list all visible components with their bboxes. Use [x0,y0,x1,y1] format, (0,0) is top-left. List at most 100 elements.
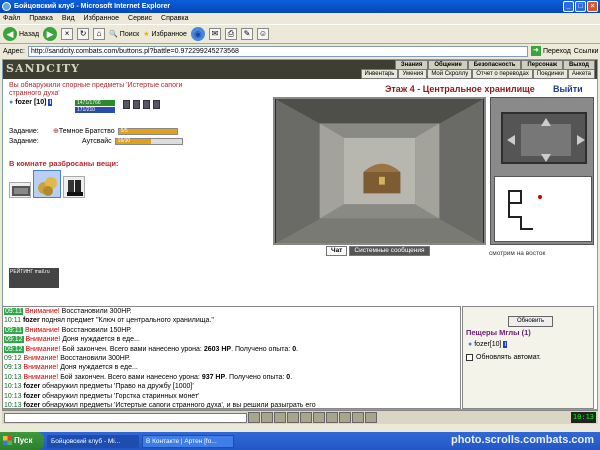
sound-icon[interactable] [326,412,338,423]
nav-skills[interactable]: Умения [398,69,428,79]
location-title[interactable]: Пещеры Мглы (1) [466,328,531,337]
chat-time[interactable]: 10:11 [4,317,21,324]
taskbar-item[interactable]: Бойцовский клуб - Mi... [47,434,139,448]
chat-time[interactable]: 09:11 [4,326,23,334]
maximize-button[interactable]: □ [575,1,586,12]
chat-author[interactable]: fozer [23,402,40,408]
edit-icon[interactable]: ✎ [240,28,253,40]
minimize-button[interactable]: _ [563,1,574,12]
nav-fights[interactable]: Поединки [532,69,568,79]
favorites-button[interactable]: ★ Избранное [143,30,187,39]
stop-icon[interactable]: × [61,28,74,40]
dungeon-view[interactable] [273,97,486,245]
chat-time[interactable]: 09:13 [4,364,22,371]
menu-edit[interactable]: Правка [29,13,53,24]
address-input[interactable]: http://sandcity.combats.com/buttons.pl?b… [27,45,528,57]
effect-icon[interactable] [143,100,150,109]
search-icon: 🔍 [109,31,118,38]
chat-author[interactable]: fozer [23,383,40,390]
party-icon[interactable] [352,412,364,423]
refresh-icon[interactable]: ↻ [77,28,90,40]
character-level: [10] [33,99,47,106]
mana-bar: 171/210 [75,107,115,113]
chat-time[interactable]: 09:12 [4,336,24,344]
chat-text: . [290,373,293,381]
task-name[interactable]: Аутсвайс [82,138,112,145]
chat-time[interactable]: 10:13 [4,402,22,408]
certificate-item-icon[interactable] [9,182,31,198]
effect-icon[interactable] [153,100,160,109]
smiley-icon[interactable] [274,412,286,423]
back-button[interactable]: ◀ Назад [3,27,39,41]
auto-refresh-label: Обновлять автомат. [476,354,541,361]
start-button[interactable]: Пуск [0,432,44,450]
menu-file[interactable]: Файл [3,13,20,24]
chat-text: поднял предмет "Ключ от центрального хра… [39,317,214,325]
menu-tools[interactable]: Сервис [128,13,152,24]
close-button[interactable]: × [587,1,598,12]
chat-time[interactable]: 10:13 [4,374,22,381]
auto-refresh-checkbox[interactable] [466,354,473,361]
mail-icon[interactable]: ✉ [208,28,221,40]
compass [501,112,587,164]
menu-help[interactable]: Справка [161,13,188,24]
online-user[interactable]: ● fozer[10] i [468,341,508,348]
info-icon[interactable]: i [48,99,53,106]
effect-icon[interactable] [123,100,130,109]
chat-input[interactable] [4,412,247,423]
chat-time[interactable]: 09:12 [4,355,22,362]
back-arrow-icon: ◀ [3,27,17,41]
chat-author[interactable]: fozer [23,393,40,400]
minimap[interactable] [494,176,592,242]
chat-time[interactable]: 10:13 [4,383,22,390]
coins-item-icon[interactable] [33,170,61,198]
send-icon[interactable] [248,412,260,423]
forward-button[interactable]: ▶ [43,27,58,41]
messenger-icon[interactable]: ☺ [256,28,269,40]
help-icon[interactable] [365,412,377,423]
treasure-chest[interactable] [363,163,401,194]
rating-counter[interactable]: РЕЙТИНГ mail.ru [9,268,59,288]
home-icon[interactable]: ⌂ [93,28,106,40]
chat-time[interactable]: 09:11 [4,308,23,315]
character-name[interactable]: fozer [15,99,32,106]
exit-link[interactable]: Выйти [553,84,583,94]
filter-icon[interactable] [287,412,299,423]
chat-text: Восстановили 300НР. [58,355,131,363]
nav-scroll[interactable]: Мой Скроллу [427,69,473,79]
chat-time[interactable]: 09:12 [4,345,24,353]
chat-line: 10:13 Внимание! Бой закончен. Всего вами… [3,373,460,382]
tab-chat[interactable]: Чат [326,246,348,256]
nav-transfers[interactable]: Отчет о переводах [472,69,533,79]
print-icon[interactable]: ⎙ [224,28,237,40]
window-title: Бойцовский клуб - Microsoft Internet Exp… [14,3,171,10]
nav-inventory[interactable]: Инвентарь [360,69,399,79]
search-button[interactable]: 🔍 Поиск [109,30,139,39]
boots-item-icon[interactable] [63,176,85,198]
info-icon[interactable]: i [503,341,508,348]
task-name[interactable]: Темное Братство [59,128,115,135]
refresh-button[interactable]: Обновить [508,316,554,327]
effect-icon[interactable] [133,100,140,109]
taskbar-item[interactable]: В Контакте | Артен [fo... [142,434,234,448]
chat-tabs: Чат Системные сообщения [326,246,430,256]
trade-icon[interactable] [313,412,325,423]
media-icon[interactable]: ◉ [190,27,205,41]
chat-line: 09:11 Внимание! Восстановили 150НР. [3,326,460,335]
nav-profile[interactable]: Анкета [567,69,595,79]
tab-system[interactable]: Системные сообщения [349,246,430,256]
options-icon[interactable] [300,412,312,423]
links-label[interactable]: Ссылки [574,48,599,55]
clear-icon[interactable] [261,412,273,423]
chat-time[interactable]: 10:13 [4,393,22,400]
go-button[interactable]: ➜ Переход [530,46,571,56]
chat-author[interactable]: fozer [23,317,40,324]
watermark: photo.scrolls.combats.com [450,434,594,446]
floor-title: Этаж 4 - Центральное хранилище [385,84,535,94]
user-icon: ● [468,341,473,348]
menu-view[interactable]: Вид [62,13,75,24]
fight-icon[interactable] [339,412,351,423]
minimap-icon [508,190,542,230]
menu-favorites[interactable]: Избранное [84,13,119,24]
go-arrow-icon: ➜ [530,46,541,56]
